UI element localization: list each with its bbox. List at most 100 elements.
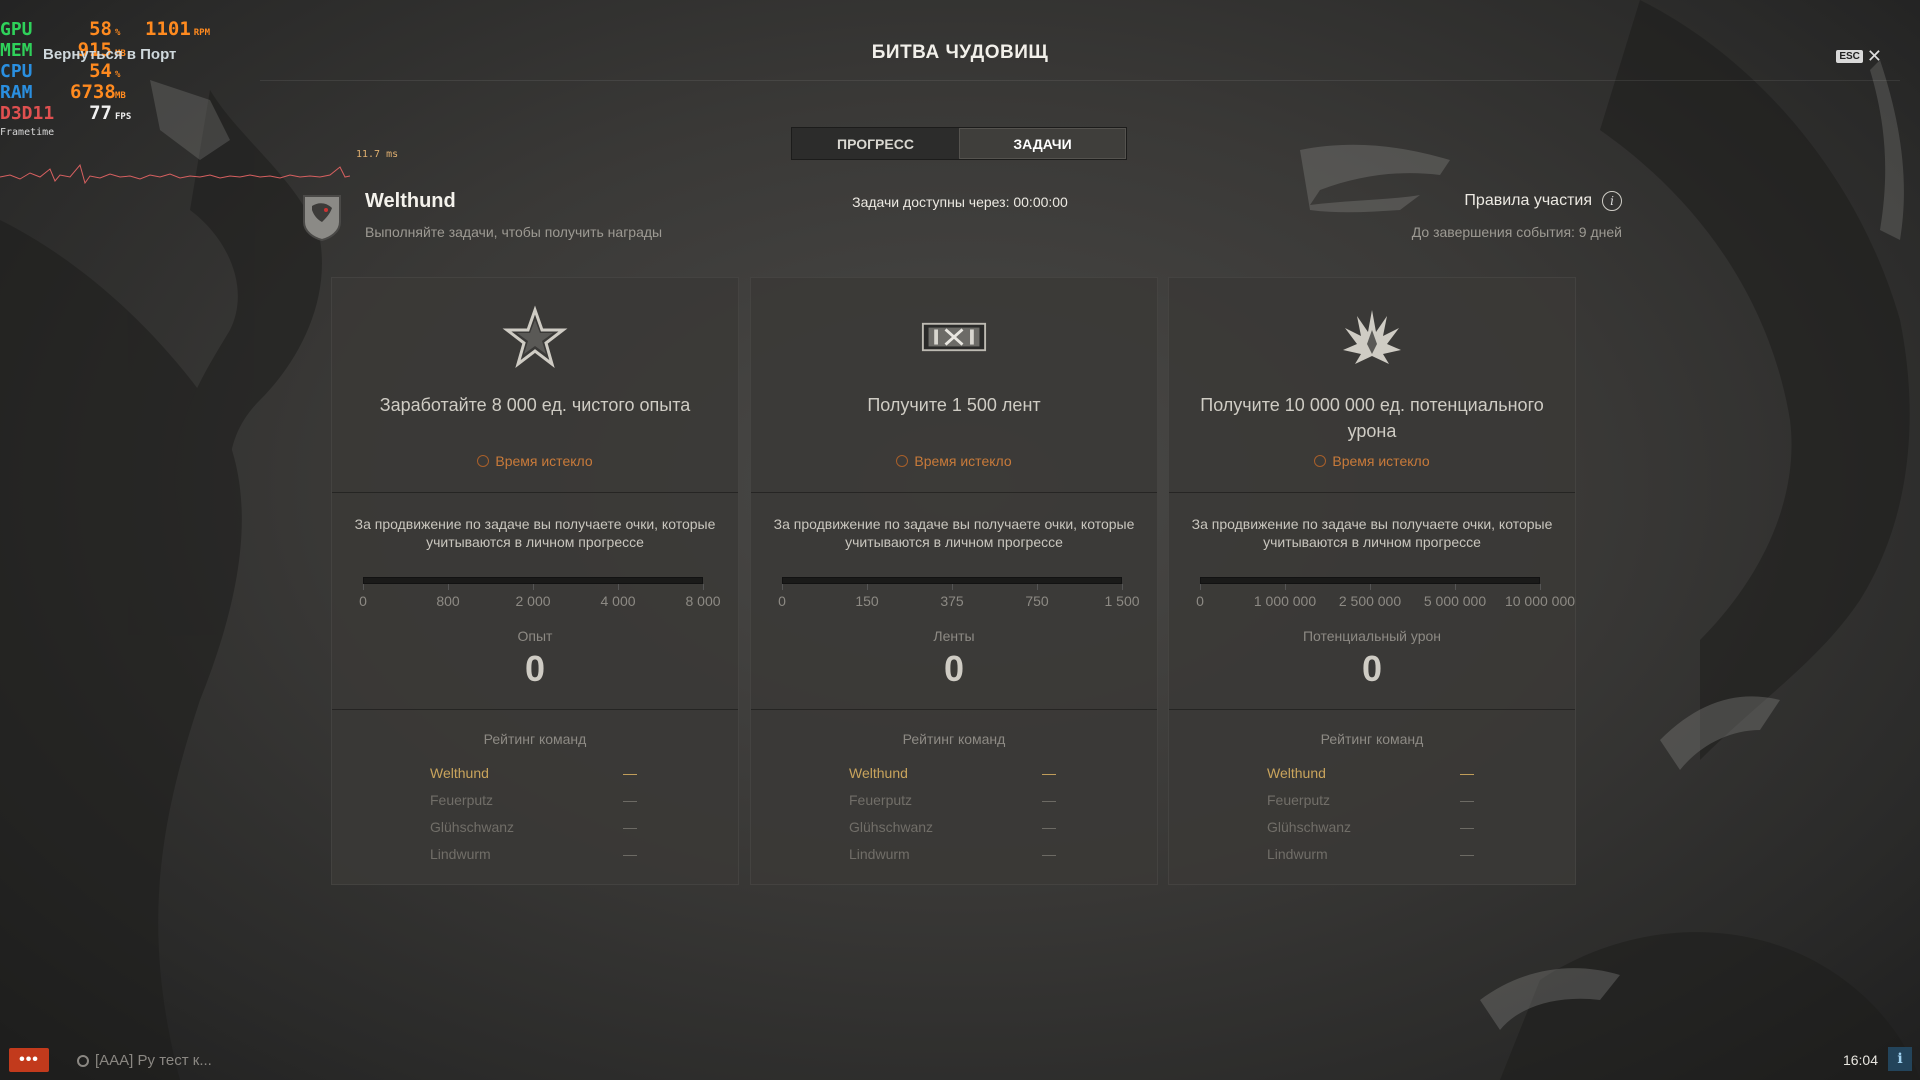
task-description: За продвижение по задаче вы получаете оч… bbox=[773, 516, 1135, 550]
osd-label: GPU bbox=[0, 19, 33, 40]
osd-row-ram: RAM 6738 MB bbox=[0, 81, 214, 103]
task-card-header: Получите 10 000 000 ед. потенциального у… bbox=[1169, 278, 1575, 493]
ranking-row: Welthund — bbox=[1267, 765, 1477, 792]
tab-bar: ПРОГРЕСС ЗАДАЧИ bbox=[791, 127, 1127, 160]
ranking-row: Welthund — bbox=[849, 765, 1059, 792]
progress-tick bbox=[448, 584, 449, 590]
task-status: Время истекло bbox=[1169, 453, 1575, 469]
ranking-row: Glühschwanz — bbox=[1267, 819, 1477, 846]
progress-tick bbox=[1540, 584, 1541, 590]
progress-tick-label: 375 bbox=[940, 593, 964, 609]
task-card-header: Заработайте 8 000 ед. чистого опыта Время… bbox=[332, 278, 738, 493]
close-button[interactable]: ESC ✕ bbox=[1836, 47, 1882, 65]
metric-label: Потенциальный урон bbox=[1302, 628, 1442, 644]
osd-value: 77 bbox=[89, 102, 112, 124]
osd-label: CPU bbox=[0, 61, 33, 82]
frametime-label: Frametime bbox=[0, 127, 55, 138]
osd-row-fps: D3D11 77 FPS bbox=[0, 102, 214, 124]
ranking-team-name: Glühschwanz bbox=[430, 819, 515, 835]
ranking-team-name: Welthund bbox=[849, 765, 908, 781]
progress-tick-label: 1 000 000 bbox=[1253, 593, 1317, 609]
info-icon: i bbox=[1602, 191, 1622, 211]
ranking-row: Lindwurm — bbox=[849, 846, 1059, 873]
ranking-team-value: — bbox=[1460, 765, 1474, 781]
progress-tick bbox=[867, 584, 868, 590]
ranking-row: Feuerputz — bbox=[430, 792, 640, 819]
ranking-team-name: Feuerputz bbox=[1267, 792, 1331, 808]
ranking-team-value: — bbox=[623, 792, 637, 808]
progress-ticks bbox=[782, 584, 1123, 592]
progress-ticks bbox=[363, 584, 704, 592]
team-ranking-section: Рейтинг команд Welthund — Feuerputz — Glühsch… bbox=[751, 710, 1157, 880]
osd-unit: FPS bbox=[115, 112, 132, 122]
progress-tick-label: 0 bbox=[359, 593, 367, 609]
progress-tick-label: 10 000 000 bbox=[1504, 593, 1576, 609]
ranking-title: Рейтинг команд bbox=[483, 731, 587, 747]
ranking-team-value: — bbox=[623, 765, 637, 781]
chat-channel-label: [AAA] Ру тест к... bbox=[95, 1052, 212, 1069]
ranking-team-value: — bbox=[1042, 765, 1056, 781]
frametime-value: 11.7 ms bbox=[356, 149, 399, 160]
osd-unit: MB bbox=[115, 91, 126, 101]
task-progress-bar bbox=[1200, 577, 1540, 584]
ranking-team-name: Glühschwanz bbox=[849, 819, 934, 835]
ranking-team-value: — bbox=[1460, 846, 1474, 862]
ranking-row: Welthund — bbox=[430, 765, 640, 792]
tab-progress[interactable]: ПРОГРЕСС bbox=[792, 128, 959, 159]
close-icon: ✕ bbox=[1866, 46, 1882, 66]
ranking-row: Feuerputz — bbox=[849, 792, 1059, 819]
progress-tick bbox=[1122, 584, 1123, 590]
progress-tick bbox=[782, 584, 783, 590]
metric-label: Опыт bbox=[517, 628, 553, 644]
rules-label: Правила участия bbox=[1464, 192, 1592, 209]
osd-unit: % bbox=[115, 28, 121, 38]
progress-tick-label: 750 bbox=[1025, 593, 1049, 609]
clock-icon bbox=[477, 455, 490, 467]
ribbon-icon bbox=[921, 304, 987, 370]
task-description: За продвижение по задаче вы получаете оч… bbox=[1191, 516, 1553, 550]
progress-tick bbox=[1370, 584, 1371, 590]
progress-tick bbox=[1200, 584, 1201, 590]
progress-tick bbox=[952, 584, 953, 590]
progress-tick-label: 4 000 bbox=[600, 593, 636, 609]
ranking-list: Welthund — Feuerputz — Glühschwanz — Lindwurm — bbox=[430, 765, 640, 873]
ranking-title: Рейтинг команд bbox=[902, 731, 1006, 747]
ranking-team-name: Welthund bbox=[1267, 765, 1326, 781]
ranking-team-name: Glühschwanz bbox=[1267, 819, 1352, 835]
osd-row-gpu: GPU 58 % 1101 RPM bbox=[0, 18, 214, 40]
progress-tick-label: 5 000 000 bbox=[1423, 593, 1487, 609]
progress-tick-label: 800 bbox=[436, 593, 460, 609]
osd-fan-speed: 1101 bbox=[145, 18, 191, 40]
ranking-team-name: Lindwurm bbox=[430, 846, 491, 862]
team-ranking-section: Рейтинг команд Welthund — Feuerputz — Glühsch… bbox=[1169, 710, 1575, 880]
ranking-team-name: Feuerputz bbox=[849, 792, 913, 808]
progress-tick bbox=[533, 584, 534, 590]
task-title: Получите 10 000 000 ед. потенциального у… bbox=[1200, 395, 1544, 441]
ranking-team-value: — bbox=[1042, 819, 1056, 835]
osd-unit: % bbox=[115, 70, 121, 80]
rules-link[interactable]: Правила участия i bbox=[1464, 191, 1622, 211]
chat-channel[interactable]: [AAA] Ру тест к... bbox=[77, 1052, 212, 1069]
explosion-icon bbox=[1339, 304, 1405, 370]
osd-value: 58 bbox=[89, 18, 112, 40]
progress-tick-label: 2 000 bbox=[515, 593, 551, 609]
progress-tick-label: 0 bbox=[1196, 593, 1204, 609]
task-description: За продвижение по задаче вы получаете оч… bbox=[354, 516, 716, 550]
progress-tick-label: 150 bbox=[855, 593, 879, 609]
task-card-header: Получите 1 500 лент Время истекло bbox=[751, 278, 1157, 493]
ranking-team-value: — bbox=[1460, 819, 1474, 835]
notifications-button[interactable]: i bbox=[1888, 1047, 1912, 1071]
tab-tasks[interactable]: ЗАДАЧИ bbox=[959, 128, 1126, 159]
progress-ticks bbox=[1200, 584, 1541, 592]
progress-tick-labels: 0 1 000 000 2 500 000 5 000 000 10 000 000 bbox=[1196, 593, 1575, 609]
osd-label: RAM bbox=[0, 82, 33, 103]
task-status-label: Время истекло bbox=[495, 453, 593, 469]
task-status-label: Время истекло bbox=[1332, 453, 1430, 469]
chat-button[interactable]: ••• bbox=[9, 1048, 49, 1072]
ranking-team-value: — bbox=[1042, 792, 1056, 808]
clock: 16:04 bbox=[1842, 1052, 1878, 1068]
progress-tick-label: 8 000 bbox=[685, 593, 721, 609]
ranking-row: Glühschwanz — bbox=[849, 819, 1059, 846]
task-card: Заработайте 8 000 ед. чистого опыта Время… bbox=[331, 277, 739, 885]
task-title: Заработайте 8 000 ед. чистого опыта bbox=[379, 395, 691, 415]
